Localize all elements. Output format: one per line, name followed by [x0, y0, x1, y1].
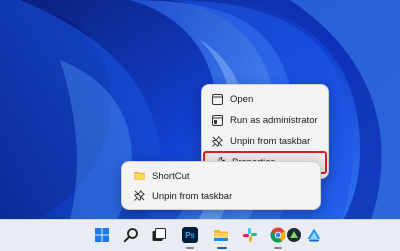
running-indicator [274, 247, 282, 249]
menu-item-label: Unpin from taskbar [230, 136, 311, 147]
taskbar: Ps [0, 219, 400, 251]
chrome-icon[interactable] [270, 227, 286, 243]
jump-list: ShortCut Unpin from taskbar [121, 161, 321, 210]
shield-window-icon [212, 115, 223, 126]
window-icon [212, 94, 223, 105]
menu-item-label: Run as administrator [230, 115, 318, 126]
active-indicator [217, 247, 227, 249]
jump-list-item-unpin-from-taskbar[interactable]: Unpin from taskbar [122, 186, 320, 206]
task-view-icon[interactable] [151, 227, 167, 243]
jump-list-item-label: ShortCut [152, 170, 190, 182]
jump-list-item-shortcut[interactable]: ShortCut [122, 166, 320, 186]
folder-icon [134, 172, 145, 180]
slack-icon[interactable] [242, 227, 258, 243]
start-icon[interactable] [94, 227, 110, 243]
menu-item-run-as-administrator[interactable]: Run as administrator [202, 110, 328, 131]
menu-item-open[interactable]: Open [202, 89, 328, 110]
unpin-icon [212, 136, 223, 147]
file-explorer-icon[interactable] [213, 227, 229, 243]
photoshop-icon-label: Ps [185, 230, 195, 240]
menu-item-label: Open [230, 94, 254, 105]
unpin-icon [134, 190, 145, 201]
desktop-wallpaper [0, 0, 400, 250]
jump-list-item-label: Unpin from taskbar [152, 190, 233, 202]
app-icon[interactable] [286, 227, 302, 243]
running-indicator [186, 247, 194, 249]
search-icon[interactable] [123, 227, 139, 243]
wallpaper-bloom [0, 0, 400, 250]
cloud-app-icon[interactable] [306, 227, 322, 243]
menu-item-unpin-from-taskbar[interactable]: Unpin from taskbar [202, 131, 328, 152]
photoshop-icon[interactable]: Ps [182, 227, 198, 243]
